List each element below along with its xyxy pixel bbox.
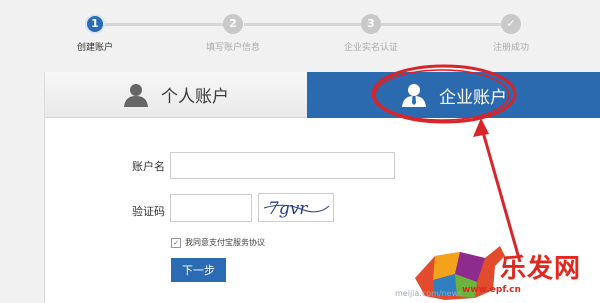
user-icon	[124, 83, 148, 107]
captcha-image[interactable]: 7gvr	[258, 193, 334, 222]
step-number: 3	[361, 14, 381, 34]
step-label: 企业实名认证	[343, 43, 398, 53]
step-label: 填写账户信息	[205, 43, 260, 53]
watermark-url: www.epf.cn	[462, 285, 521, 295]
agree-row: ✓ 我同意支付宝服务协议	[171, 237, 265, 248]
check-icon: ✓	[501, 14, 521, 34]
tab-personal-account[interactable]: 个人账户	[45, 72, 307, 118]
progress-steps: 1 创建账户 2 填写账户信息 3 企业实名认证 ✓ 注册成功	[0, 10, 600, 58]
business-user-icon	[402, 84, 426, 107]
account-type-tabs: 个人账户 企业账户	[45, 72, 600, 118]
agree-text[interactable]: 我同意支付宝服务协议	[185, 237, 265, 248]
step-fill-info: 2 填写账户信息	[178, 14, 288, 53]
captcha-label: 验证码	[132, 205, 165, 218]
tab-enterprise-account[interactable]: 企业账户	[307, 72, 600, 118]
watermark-url-secondary: meijia.com/news	[395, 289, 463, 298]
watermark-title: 乐发网	[500, 254, 582, 284]
agree-checkbox[interactable]: ✓	[171, 237, 181, 248]
step-number: 2	[223, 14, 243, 34]
step-success: ✓ 注册成功	[456, 14, 566, 53]
captcha-input[interactable]	[170, 194, 252, 222]
step-number: 1	[85, 14, 105, 34]
step-create-account: 1 创建账户	[40, 14, 150, 53]
tab-label: 企业账户	[439, 87, 507, 108]
captcha-glyphs: 7gvr	[263, 199, 330, 219]
next-button[interactable]: 下一步	[171, 258, 226, 282]
account-name-input[interactable]	[170, 152, 395, 179]
step-label: 创建账户	[76, 43, 113, 53]
step-verify: 3 企业实名认证	[316, 14, 426, 53]
account-name-label: 账户名	[132, 160, 165, 173]
tab-label: 个人账户	[161, 87, 229, 107]
step-label: 注册成功	[492, 43, 529, 53]
